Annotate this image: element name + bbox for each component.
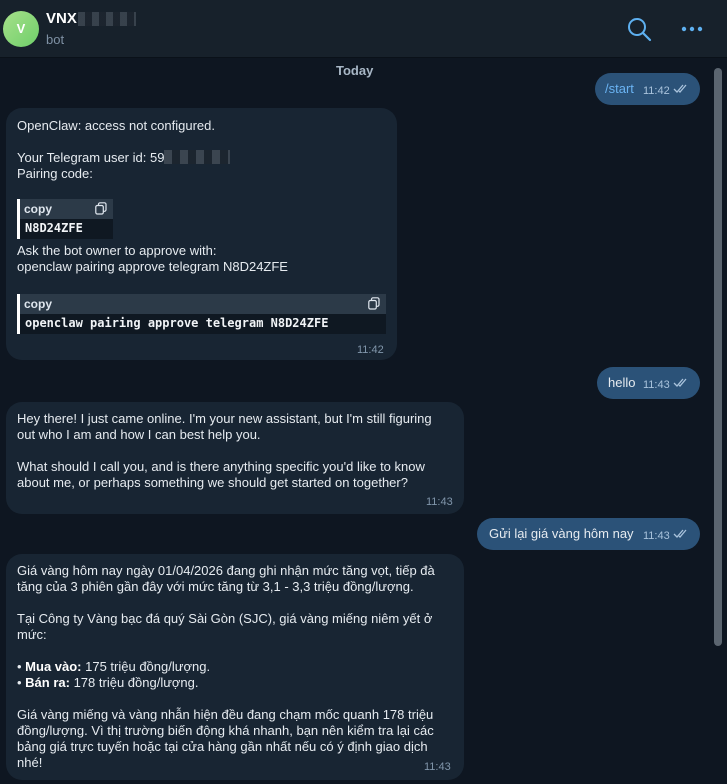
chat-title-area[interactable]: VNX bot [46, 10, 136, 47]
double-check-icon [673, 84, 687, 93]
chat-title: VNX [46, 10, 136, 27]
code-text: N8D24ZFE [25, 221, 83, 235]
message-incoming[interactable]: OpenClaw: access not configured. Your Te… [6, 108, 397, 360]
search-icon[interactable] [626, 16, 652, 42]
message-text: Giá vàng hôm nay ngày 01/04/2026 đang gh… [17, 563, 435, 770]
copy-icon[interactable] [95, 202, 107, 215]
code-text: openclaw pairing approve telegram N8D24Z… [25, 316, 329, 330]
message-text: Gửi lại giá vàng hôm nay [489, 526, 634, 541]
more-icon[interactable] [679, 16, 705, 42]
date-separator: Today [336, 63, 374, 78]
message-time: 11:43 [643, 379, 670, 391]
message-outgoing[interactable]: /start 11:42 [595, 73, 700, 105]
message-text: Hey there! I just came online. I'm your … [17, 411, 432, 490]
copy-icon[interactable] [368, 297, 380, 310]
message-incoming[interactable]: Hey there! I just came online. I'm your … [6, 402, 464, 514]
message-outgoing[interactable]: Gửi lại giá vàng hôm nay 11:43 [477, 518, 700, 550]
message-time: 11:42 [643, 85, 670, 97]
message-incoming[interactable]: Giá vàng hôm nay ngày 01/04/2026 đang gh… [6, 554, 464, 780]
code-block-header: copy [20, 199, 113, 219]
message-text: hello [608, 375, 636, 390]
code-block[interactable]: copy N8D24ZFE [17, 199, 113, 239]
avatar[interactable]: V [3, 11, 39, 47]
redacted-pixelation [77, 11, 136, 26]
message-outgoing[interactable]: hello 11:43 [597, 367, 700, 399]
double-check-icon [673, 529, 687, 538]
message-text: Ask the bot owner to approve with: openc… [17, 243, 288, 274]
message-text: OpenClaw: access not configured. Your Te… [17, 118, 231, 182]
code-block[interactable]: copy openclaw pairing approve telegram N… [17, 294, 386, 334]
chat-subtitle: bot [46, 32, 65, 47]
message-time: 11:43 [424, 761, 451, 773]
scrollbar[interactable] [714, 68, 722, 646]
code-block-header: copy [20, 294, 386, 314]
redacted-pixelation [164, 150, 231, 164]
command-link[interactable]: /start [605, 81, 634, 97]
message-time: 11:42 [357, 344, 384, 356]
chat-header: V VNX bot [0, 0, 727, 58]
message-time: 11:43 [643, 530, 670, 542]
double-check-icon [673, 378, 687, 387]
message-time: 11:43 [426, 496, 453, 508]
